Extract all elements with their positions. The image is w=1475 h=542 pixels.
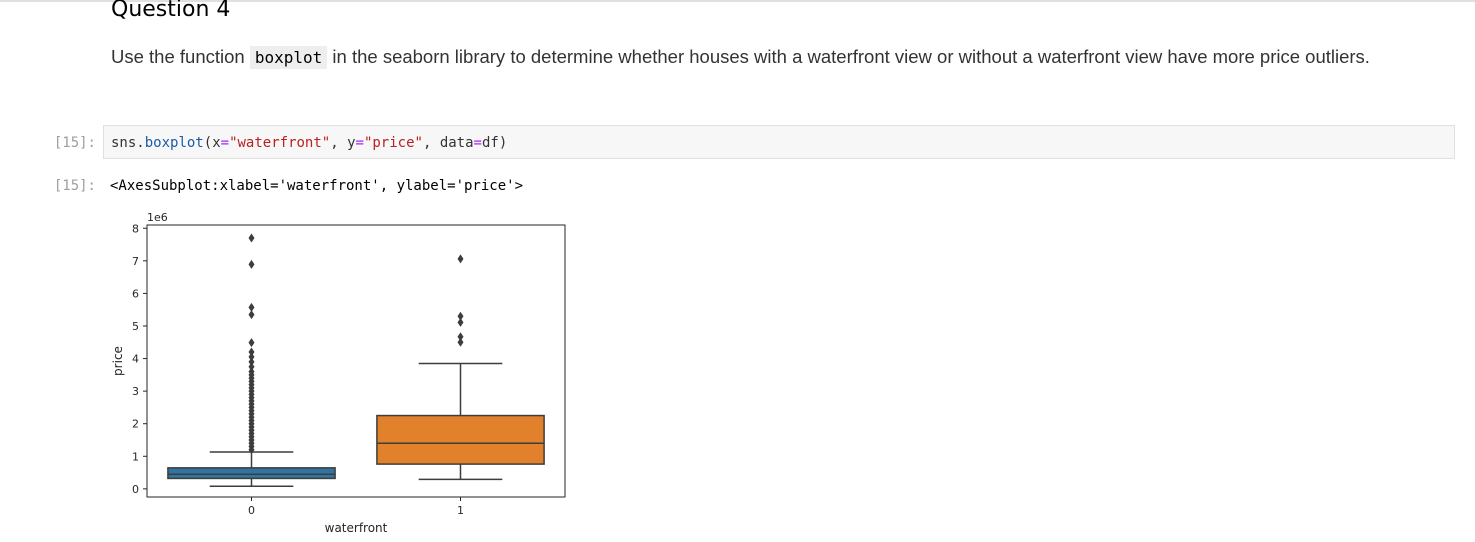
code-line[interactable]: sns.boxplot(x="waterfront", y="price", d… bbox=[111, 135, 507, 151]
box-1 bbox=[376, 414, 545, 465]
outlier-point bbox=[248, 310, 255, 320]
x-tick-label: 1 bbox=[457, 504, 464, 517]
code-cell-input[interactable]: sns.boxplot(x="waterfront", y="price", d… bbox=[103, 125, 1455, 159]
code-token-arg: x bbox=[212, 135, 221, 151]
boxplot-chart: 0 1 2 3 4 5 6 7 8 0 1 1e6 waterfront price bbox=[111, 211, 566, 535]
offset-label: 1e6 bbox=[147, 211, 168, 224]
code-token-string: "waterfront" bbox=[229, 135, 331, 151]
instruction-text-end: in the seaborn library to determine whet… bbox=[327, 46, 1370, 67]
y-tick-label: 3 bbox=[132, 385, 139, 398]
instruction-text-start: Use the function bbox=[111, 46, 250, 67]
code-token-paren: ( bbox=[203, 135, 213, 151]
y-tick-label: 6 bbox=[132, 287, 139, 300]
code-token-arg: y bbox=[347, 135, 356, 151]
y-tick-label: 8 bbox=[132, 222, 139, 235]
inline-code: boxplot bbox=[249, 46, 328, 69]
code-token-string: "price" bbox=[363, 135, 423, 151]
code-token-dot: . bbox=[136, 135, 145, 151]
code-token-eq: = bbox=[355, 135, 364, 151]
code-token-fn: boxplot bbox=[144, 135, 204, 151]
outlier-point bbox=[457, 337, 464, 347]
y-tick-label: 4 bbox=[132, 353, 139, 366]
outlier-point bbox=[248, 233, 255, 243]
code-token-eq: = bbox=[220, 135, 230, 151]
outlier-point bbox=[457, 254, 464, 264]
y-tick-label: 1 bbox=[132, 450, 139, 463]
y-tick-label: 2 bbox=[132, 418, 139, 431]
code-token-eq: = bbox=[473, 135, 482, 151]
y-axis-label: price bbox=[111, 346, 125, 376]
outlier-point bbox=[248, 259, 255, 269]
outlier-point bbox=[248, 338, 255, 348]
output-repr: <AxesSubplot:xlabel='waterfront', ylabel… bbox=[110, 178, 524, 194]
code-token-sep: , bbox=[422, 135, 440, 151]
code-token-arg: data bbox=[439, 135, 474, 151]
code-token-arg: df bbox=[481, 135, 499, 151]
output-prompt: [15]: bbox=[53, 178, 96, 194]
input-prompt: [15]: bbox=[53, 135, 96, 151]
y-tick-label: 5 bbox=[132, 320, 139, 333]
outlier-point bbox=[457, 317, 464, 327]
y-tick-label: 0 bbox=[132, 483, 139, 496]
box-0 bbox=[167, 467, 336, 480]
code-token-paren: ) bbox=[498, 135, 508, 151]
y-tick-label: 7 bbox=[132, 255, 139, 268]
page-title: Question 4 bbox=[111, 0, 231, 22]
code-token-sep: , bbox=[330, 135, 348, 151]
x-tick-label: 0 bbox=[248, 504, 255, 517]
code-token-obj: sns bbox=[111, 135, 137, 151]
x-axis-label: waterfront bbox=[325, 521, 388, 535]
instruction-paragraph: Use the function boxplot in the seaborn … bbox=[111, 42, 1431, 73]
